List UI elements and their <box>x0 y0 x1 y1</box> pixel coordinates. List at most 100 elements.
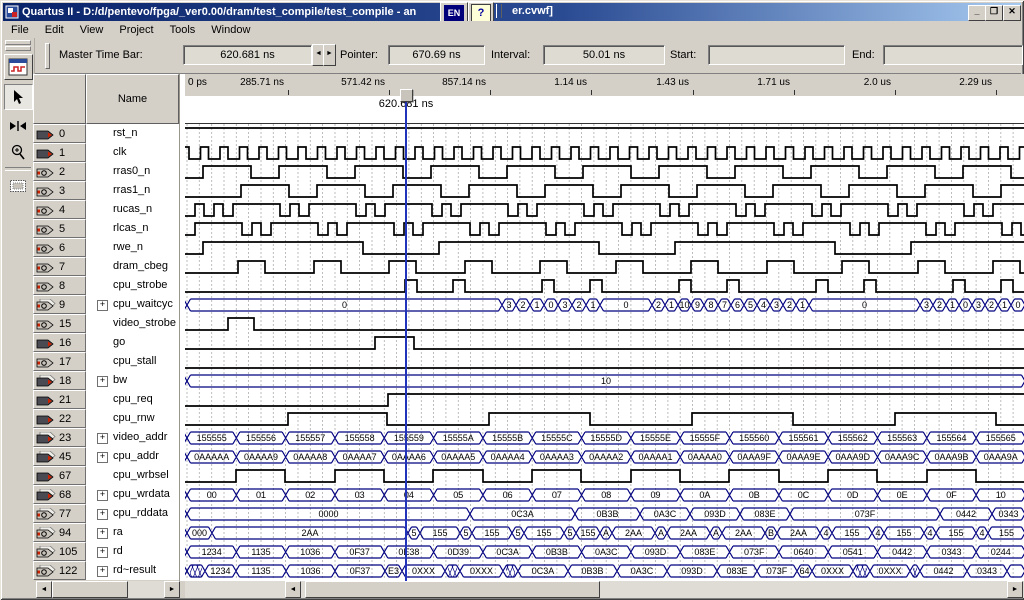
svg-text:4: 4 <box>979 528 984 538</box>
menu-item-project[interactable]: Project <box>111 23 161 37</box>
signal-name-cell[interactable]: rst_n <box>86 124 179 143</box>
signal-name-cell[interactable]: +video_addr <box>86 428 179 447</box>
menu-item-view[interactable]: View <box>72 23 112 37</box>
toolbar-grip[interactable] <box>45 43 50 69</box>
full-screen-button[interactable] <box>5 174 32 198</box>
help-icon[interactable]: ? <box>471 4 491 22</box>
language-badge[interactable]: EN <box>444 5 464 21</box>
signal-number-cell[interactable]: 122 <box>33 561 86 580</box>
master-time-bar-field[interactable]: 620.681 ns <box>183 45 312 65</box>
scroll-right-arrow[interactable]: ► <box>164 581 180 598</box>
expand-icon[interactable]: + <box>97 528 108 539</box>
expand-icon[interactable]: + <box>97 433 108 444</box>
svg-text:15555D: 15555D <box>590 433 622 443</box>
signal-name-cell[interactable]: +cpu_addr <box>86 447 179 466</box>
signal-number-cell[interactable]: 45 <box>33 447 86 466</box>
signal-number-cell[interactable]: 23 <box>33 428 86 447</box>
signal-number-cell[interactable]: 17 <box>33 352 86 371</box>
signal-name-cell[interactable]: cpu_wrbsel <box>86 466 179 485</box>
expand-icon[interactable]: + <box>97 509 108 520</box>
toolbar-handle[interactable] <box>5 40 31 45</box>
svg-text:1036: 1036 <box>300 566 320 576</box>
signal-name-cell[interactable]: +cpu_waitcyc <box>86 295 179 314</box>
name-column-header[interactable]: Name <box>86 74 179 124</box>
signal-number-cell[interactable]: 15 <box>33 314 86 333</box>
signal-name-cell[interactable]: video_strobe <box>86 314 179 333</box>
waveform-area[interactable]: 0321032102110987654321032103210101555551… <box>185 123 1024 581</box>
signal-name-cell[interactable]: +cpu_wrdata <box>86 485 179 504</box>
signal-name-cell[interactable]: cpu_req <box>86 390 179 409</box>
out-pin-icon <box>36 166 56 178</box>
time-ruler[interactable]: 0 ps285.71 ns571.42 ns857.14 ns1.14 us1.… <box>185 74 1024 97</box>
signal-name-cell[interactable]: go <box>86 333 179 352</box>
signal-name-cell[interactable]: dram_cbeg <box>86 257 179 276</box>
expand-icon[interactable]: + <box>97 300 108 311</box>
signal-name-cell[interactable]: cpu_strobe <box>86 276 179 295</box>
zoom-tool-button[interactable] <box>5 140 32 164</box>
name-panel-hscrollbar[interactable]: ◄ ► <box>36 581 180 598</box>
signal-number-cell[interactable]: 9 <box>33 295 86 314</box>
snap-to-transition-button[interactable] <box>5 114 32 138</box>
signal-name-cell[interactable]: +bw <box>86 371 179 390</box>
expand-icon[interactable]: + <box>97 452 108 463</box>
signal-number-cell[interactable]: 6 <box>33 238 86 257</box>
signal-number-cell[interactable]: 18 <box>33 371 86 390</box>
svg-text:3: 3 <box>774 300 779 310</box>
scroll-left-arrow[interactable]: ◄ <box>36 581 52 598</box>
waveform-editor-button[interactable] <box>4 54 33 80</box>
menu-item-window[interactable]: Window <box>203 23 258 37</box>
signal-name-cell[interactable]: clk <box>86 143 179 162</box>
signal-name-cell[interactable]: rras0_n <box>86 162 179 181</box>
signal-number-cell[interactable]: 5 <box>33 219 86 238</box>
signal-name-cell[interactable]: +rd~result <box>86 561 179 580</box>
expand-icon[interactable]: + <box>97 547 108 558</box>
signal-number-cell[interactable]: 67 <box>33 466 86 485</box>
signal-number-cell[interactable]: 0 <box>33 124 86 143</box>
svg-text:093D: 093D <box>681 566 703 576</box>
signal-name-cell[interactable]: cpu_stall <box>86 352 179 371</box>
signal-name-cell[interactable]: cpu_rnw <box>86 409 179 428</box>
signal-number-cell[interactable]: 8 <box>33 276 86 295</box>
menu-item-tools[interactable]: Tools <box>162 23 204 37</box>
marker-strip[interactable]: 620.681 ns <box>185 96 1024 123</box>
close-button[interactable]: ✕ <box>1003 5 1021 21</box>
signal-name-cell[interactable]: +cpu_rddata <box>86 504 179 523</box>
signal-number-cell[interactable]: 4 <box>33 200 86 219</box>
scrollbar-thumb[interactable] <box>52 581 128 598</box>
signal-name-cell[interactable]: rlcas_n <box>86 219 179 238</box>
signal-number-cell[interactable]: 1 <box>33 143 86 162</box>
selection-tool-button[interactable] <box>4 84 33 110</box>
svg-text:01: 01 <box>256 490 266 500</box>
master-time-cursor[interactable] <box>405 100 407 581</box>
signal-number-cell[interactable]: 2 <box>33 162 86 181</box>
svg-text:0A: 0A <box>699 490 710 500</box>
expand-icon[interactable]: + <box>97 490 108 501</box>
scrollbar-thumb[interactable] <box>305 581 600 598</box>
signal-name-cell[interactable]: rras1_n <box>86 181 179 200</box>
signal-number-cell[interactable]: 68 <box>33 485 86 504</box>
restore-button[interactable]: ❐ <box>985 5 1003 21</box>
waveform-hscrollbar[interactable]: ◄ ► <box>185 581 1024 598</box>
signal-number-cell[interactable]: 77 <box>33 504 86 523</box>
signal-number-cell[interactable]: 105 <box>33 542 86 561</box>
signal-name-cell[interactable]: rwe_n <box>86 238 179 257</box>
expand-icon[interactable]: + <box>97 376 108 387</box>
signal-number-cell[interactable]: 16 <box>33 333 86 352</box>
signal-number-cell[interactable]: 7 <box>33 257 86 276</box>
master-time-spin-right[interactable]: ► <box>323 44 336 66</box>
toolbar-handle[interactable] <box>5 46 31 51</box>
menu-item-file[interactable]: File <box>3 23 37 37</box>
signal-number-cell[interactable]: 21 <box>33 390 86 409</box>
time-bar-handle[interactable] <box>400 89 413 102</box>
scroll-right-arrow[interactable]: ► <box>1007 581 1023 598</box>
minimize-button[interactable]: _ <box>968 5 986 21</box>
menu-item-edit[interactable]: Edit <box>37 23 72 37</box>
expand-icon[interactable]: + <box>97 566 108 577</box>
signal-number-cell[interactable]: 3 <box>33 181 86 200</box>
signal-name-cell[interactable]: rucas_n <box>86 200 179 219</box>
signal-number-cell[interactable]: 94 <box>33 523 86 542</box>
signal-name-cell[interactable]: +ra <box>86 523 179 542</box>
signal-number-cell[interactable]: 22 <box>33 409 86 428</box>
signal-name-cell[interactable]: +rd <box>86 542 179 561</box>
scroll-left-arrow[interactable]: ◄ <box>285 581 301 598</box>
